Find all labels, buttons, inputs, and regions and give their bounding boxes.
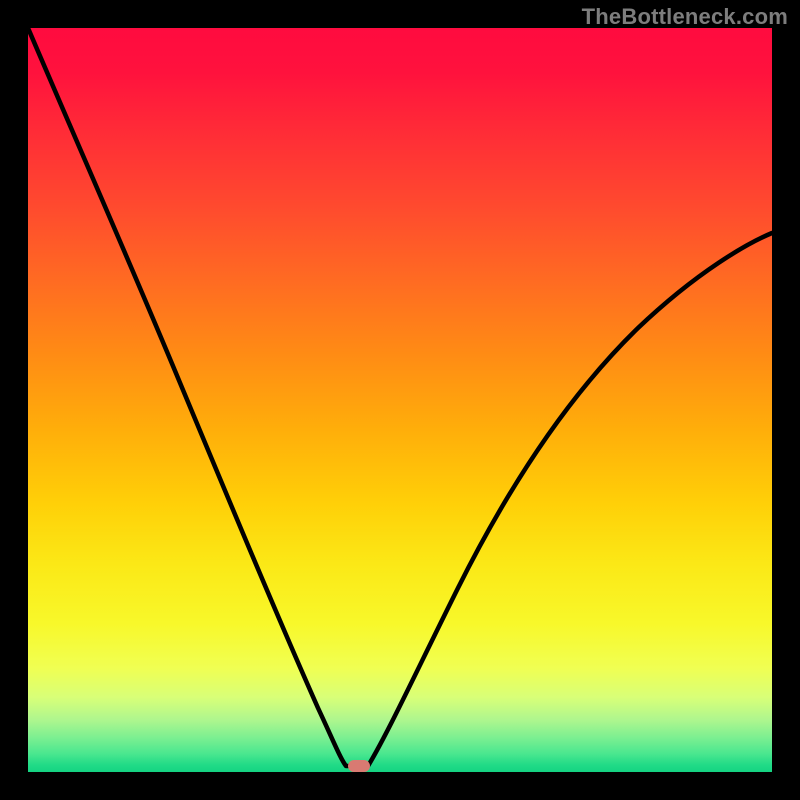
plot-area (28, 28, 772, 772)
bottleneck-curve (28, 28, 772, 772)
chart-container: TheBottleneck.com (0, 0, 800, 800)
watermark-label: TheBottleneck.com (582, 4, 788, 30)
curve-path (28, 28, 772, 766)
minimum-marker (348, 760, 370, 772)
